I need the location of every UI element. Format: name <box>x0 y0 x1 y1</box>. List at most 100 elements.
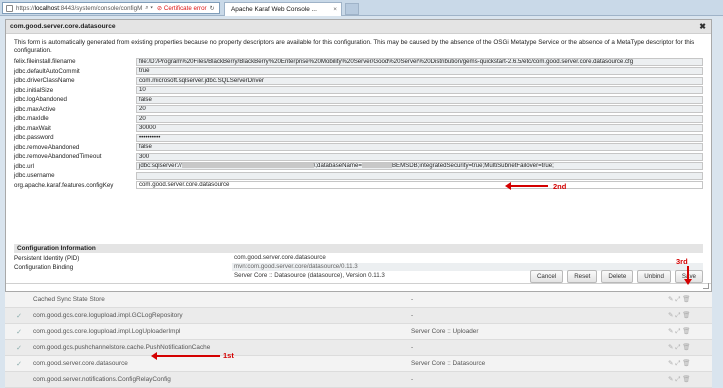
property-row: jdbc.maxIdle 20 <box>14 114 703 124</box>
browser-tab-active[interactable]: Apache Karaf Web Console ... × <box>224 2 342 16</box>
close-icon[interactable]: ✖ <box>699 22 706 31</box>
property-value-field[interactable]: 30000 <box>136 124 703 133</box>
property-row: felix.fileinstall.filename file:/D:/Progr… <box>14 57 703 67</box>
property-label: jdbc.maxActive <box>14 105 56 113</box>
row-actions-icons[interactable]: ✎ ⤢ 🗑 <box>668 343 712 352</box>
annotation-second: 2nd <box>553 182 567 191</box>
property-value-field[interactable]: false <box>136 95 703 104</box>
list-item-name[interactable]: com.good.server.notifications.ConfigRela… <box>33 376 411 383</box>
cancel-button[interactable]: Cancel <box>529 270 564 283</box>
check-icon: ✓ <box>16 328 22 336</box>
property-row-features: org.apache.karaf.features.configKey com.g… <box>14 181 703 191</box>
property-value-field[interactable]: false <box>136 143 703 152</box>
property-value-field[interactable]: 20 <box>136 114 703 123</box>
property-label: jdbc.initialSize <box>14 86 54 94</box>
property-row-jdbc-url: jdbc.url jdbc:sqlserver:// \;databaseName=… <box>14 162 703 172</box>
property-label: jdbc.driverClassName <box>14 77 75 85</box>
list-item-bundle: - <box>411 296 414 303</box>
configuration-list: Cached Sync State Store - ✎ ⤢ 🗑 ✓ com.good.g… <box>5 292 712 388</box>
features-field[interactable]: com.good.server.core.datasource <box>136 181 703 190</box>
pid-value: com.good.server.core.datasource <box>234 254 326 262</box>
list-item-bundle: Server Core :: Uploader <box>411 328 479 335</box>
url-prefix: jdbc:sqlserver:// <box>139 162 182 170</box>
property-row: jdbc.defaultAutoCommit true <box>14 67 703 77</box>
list-item-bundle: - <box>411 344 414 351</box>
dialog-title: com.good.server.core.datasource <box>10 23 116 30</box>
pid-row: Persistent Identity (PID) com.good.serve… <box>14 254 703 263</box>
row-actions-icons[interactable]: ✎ ⤢ 🗑 <box>668 359 712 368</box>
property-row-username: jdbc.username <box>14 171 703 181</box>
property-value-field[interactable]: com.microsoft.sqlserver.jdbc.SQLServerDr… <box>136 76 703 85</box>
list-item[interactable]: ✓ com.good.server.core.datasource Server C… <box>5 356 712 372</box>
page-icon <box>6 4 13 12</box>
address-host: localhost <box>34 4 59 12</box>
property-row: jdbc.removeAbandonedTimeout 300 <box>14 152 703 162</box>
property-label: jdbc.maxWait <box>14 124 51 132</box>
dialog-buttons: Cancel Reset Delete Unbind Save <box>529 270 703 283</box>
username-field[interactable] <box>136 171 703 180</box>
certificate-error-badge[interactable]: ⊘ Certificate error <box>157 5 207 12</box>
property-row: jdbc.driverClassName com.microsoft.sqlser… <box>14 76 703 86</box>
property-label: jdbc.removeAbandoned <box>14 143 80 151</box>
property-value-field[interactable]: true <box>136 67 703 76</box>
property-label: jdbc.logAbandoned <box>14 96 67 104</box>
property-value-field[interactable]: 10 <box>136 86 703 95</box>
address-path: :8443/system/console/configM <box>59 4 143 12</box>
list-item-name[interactable]: Cached Sync State Store <box>33 296 411 303</box>
unbind-button[interactable]: Unbind <box>637 270 671 283</box>
property-row: jdbc.initialSize 10 <box>14 86 703 96</box>
annotation-arrow-first <box>151 352 220 360</box>
property-label: felix.fileinstall.filename <box>14 58 76 66</box>
new-tab-button[interactable] <box>345 3 359 15</box>
browser-toolbar: https://localhost:8443/system/console/co… <box>0 0 723 16</box>
delete-button[interactable]: Delete <box>601 270 634 283</box>
redacted-block <box>361 163 392 169</box>
property-row: jdbc.password •••••••••• <box>14 133 703 143</box>
annotation-third: 3rd <box>676 257 688 266</box>
list-item[interactable]: ✓ com.good.gcs.core.logupload.impl.GCLogR… <box>5 308 712 324</box>
list-item-bundle: - <box>411 376 414 383</box>
tab-close-icon[interactable]: × <box>333 6 337 13</box>
config-dialog: com.good.server.core.datasource ✖ This f… <box>5 19 712 292</box>
address-prefix: https:// <box>16 4 35 12</box>
list-item-name[interactable]: com.good.gcs.core.logupload.impl.GCLogRe… <box>33 312 411 319</box>
annotation-arrow-third <box>684 266 692 285</box>
row-actions-icons[interactable]: ✎ ⤢ 🗑 <box>668 327 712 336</box>
properties-form: felix.fileinstall.filename file:/D:/Progr… <box>14 57 703 190</box>
refresh-icon[interactable]: ↻ <box>210 5 215 12</box>
row-actions-icons[interactable]: ✎ ⤢ 🗑 <box>668 295 712 304</box>
property-row: jdbc.maxActive 20 <box>14 105 703 115</box>
property-label: org.apache.karaf.features.configKey <box>14 181 114 189</box>
list-item[interactable]: ✓ com.good.gcs.pushchannelstore.cache.Pus… <box>5 340 712 356</box>
dialog-description: This form is automatically generated fro… <box>14 39 695 54</box>
property-value-field[interactable]: 20 <box>136 105 703 114</box>
address-bar[interactable]: https://localhost:8443/system/console/co… <box>2 2 220 14</box>
resize-handle[interactable] <box>703 283 709 289</box>
reset-button[interactable]: Reset <box>567 270 598 283</box>
url-suffix: BEMSDB;integratedSecurity=true;MultiSubn… <box>391 162 554 170</box>
property-value-field[interactable]: file:/D:/Program%20Files/BlackBerry/Blac… <box>136 57 703 66</box>
property-value-field[interactable]: •••••••••• <box>136 133 703 142</box>
url-mid: \;databaseName= <box>313 162 362 170</box>
property-label: jdbc.username <box>14 172 55 180</box>
list-item-bundle: Server Core :: Datasource <box>411 360 486 367</box>
property-row: jdbc.removeAbandoned false <box>14 143 703 153</box>
property-row: jdbc.maxWait 30000 <box>14 124 703 134</box>
redacted-block <box>181 163 314 169</box>
dialog-divider <box>6 283 711 284</box>
property-value-field[interactable]: 300 <box>136 152 703 161</box>
list-item-name[interactable]: com.good.gcs.pushchannelstore.cache.Push… <box>33 344 411 351</box>
list-item-name[interactable]: com.good.gcs.core.logupload.impl.LogUplo… <box>33 328 411 335</box>
list-item[interactable]: com.good.server.notifications.ConfigRela… <box>5 372 712 388</box>
row-actions-icons[interactable]: ✎ ⤢ 🗑 <box>668 375 712 384</box>
property-label: jdbc.removeAbandonedTimeout <box>14 153 102 161</box>
property-label: jdbc.url <box>14 162 34 170</box>
search-icon[interactable]: ⌕ ▾ <box>145 4 153 12</box>
property-label: jdbc.maxIdle <box>14 115 49 123</box>
pid-label: Persistent Identity (PID) <box>14 254 80 262</box>
list-item-name[interactable]: com.good.server.core.datasource <box>33 360 411 367</box>
row-actions-icons[interactable]: ✎ ⤢ 🗑 <box>668 311 712 320</box>
list-item[interactable]: Cached Sync State Store - ✎ ⤢ 🗑 <box>5 292 712 308</box>
jdbc-url-field[interactable]: jdbc:sqlserver:// \;databaseName= BEMSDB;i… <box>136 162 703 171</box>
list-item[interactable]: ✓ com.good.gcs.core.logupload.impl.LogUpl… <box>5 324 712 340</box>
